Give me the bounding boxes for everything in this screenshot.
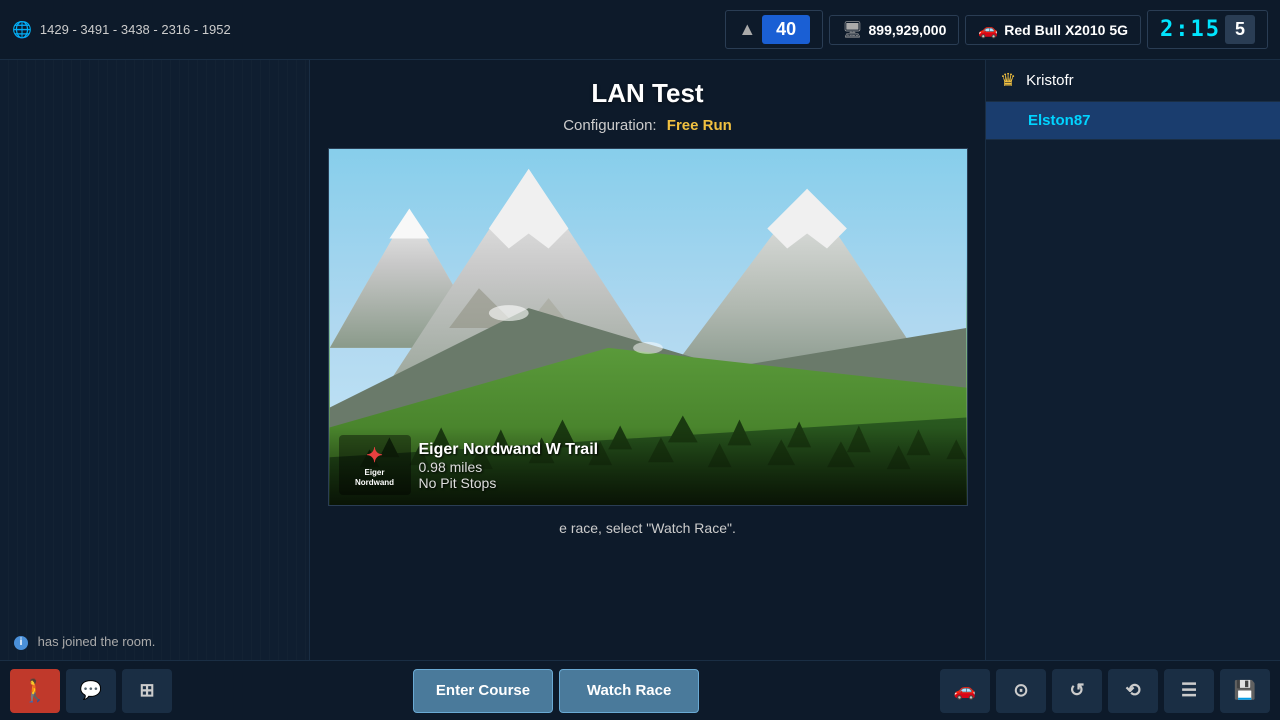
replay-icon: ↺ (1069, 680, 1084, 701)
track-logo-text: ✦ Eiger Nordwand (355, 443, 394, 487)
exit-button[interactable]: 🚶 (10, 669, 60, 713)
level-stat: ▲ 40 (725, 10, 823, 49)
split-icon: ⊞ (139, 680, 154, 701)
watch-race-button[interactable]: Watch Race (559, 669, 699, 713)
left-panel: i has joined the room. (0, 60, 310, 660)
lap-badge: 5 (1225, 15, 1255, 44)
camera-icon: ⊙ (1013, 680, 1028, 701)
level-icon: ▲ (738, 19, 756, 40)
top-bar: 🌐 1429 - 3491 - 3438 - 2316 - 1952 ▲ 40 … (0, 0, 1280, 60)
enter-course-button[interactable]: Enter Course (413, 669, 553, 713)
config-line: Configuration: Free Run (563, 117, 732, 134)
right-panel: ♛ Kristofr Elston87 (985, 60, 1280, 660)
track-preview: ✦ Eiger Nordwand Eiger Nordwand W Trail … (328, 148, 968, 506)
player-row-host: ♛ Kristofr (986, 60, 1280, 102)
list-icon: ☰ (1181, 680, 1197, 701)
players-list: ♛ Kristofr Elston87 (986, 60, 1280, 140)
session-title: LAN Test (591, 78, 703, 109)
save-button[interactable]: 💾 (1220, 669, 1270, 713)
split-button[interactable]: ⊞ (122, 669, 172, 713)
replay-button[interactable]: ↺ (1052, 669, 1102, 713)
loop-button[interactable]: ⟲ (1108, 669, 1158, 713)
timer-display: 2:15 (1160, 17, 1221, 42)
chat-message: has joined the room. (38, 634, 156, 649)
config-label: Configuration: (563, 117, 656, 134)
car-icon: 🚗 (978, 20, 998, 40)
chat-icon-btn: 💬 (80, 680, 102, 701)
track-logo: ✦ Eiger Nordwand (339, 435, 411, 495)
track-pitstops: No Pit Stops (419, 475, 951, 491)
player-row-active: Elston87 (986, 102, 1280, 140)
server-ids-text: 1429 - 3491 - 3438 - 2316 - 1952 (40, 22, 231, 37)
watch-race-label: Watch Race (587, 682, 671, 699)
config-value: Free Run (667, 117, 732, 134)
server-info: 🌐 1429 - 3491 - 3438 - 2316 - 1952 (12, 20, 231, 40)
chat-area: i has joined the room. (0, 624, 309, 660)
track-name: Eiger Nordwand W Trail (419, 441, 951, 459)
save-icon: 💾 (1234, 680, 1256, 701)
camera-button[interactable]: ⊙ (996, 669, 1046, 713)
level-badge: 40 (762, 15, 810, 44)
car-value: Red Bull X2010 5G (1004, 22, 1128, 38)
track-info-overlay: ✦ Eiger Nordwand Eiger Nordwand W Trail … (329, 427, 967, 505)
car-select-button[interactable]: 🚗 (940, 669, 990, 713)
timer-stat: 2:15 5 (1147, 10, 1268, 49)
player-name-1: Kristofr (1026, 72, 1074, 89)
player-name-2: Elston87 (1028, 112, 1091, 129)
logo-name: Eiger Nordwand (355, 468, 394, 487)
track-distance: 0.98 miles (419, 459, 951, 475)
money-icon: 🖥 (842, 20, 862, 40)
exit-icon: 🚶 (21, 678, 48, 704)
main-content: LAN Test Configuration: Free Run (310, 60, 985, 660)
money-value: 899,929,000 (869, 22, 947, 38)
info-icon: i (14, 636, 28, 650)
money-stat: 🖥 899,929,000 (829, 15, 959, 45)
crown-icon: ♛ (1000, 70, 1016, 91)
top-bar-right: ▲ 40 🖥 899,929,000 🚗 Red Bull X2010 5G 2… (725, 10, 1268, 49)
instruction-text: e race, select "Watch Race". (559, 520, 736, 536)
chat-button[interactable]: 💬 (66, 669, 116, 713)
car-select-icon: 🚗 (954, 680, 976, 701)
enter-course-label: Enter Course (436, 682, 530, 699)
list-button[interactable]: ☰ (1164, 669, 1214, 713)
car-stat: 🚗 Red Bull X2010 5G (965, 15, 1141, 45)
loop-icon: ⟲ (1125, 680, 1140, 701)
globe-icon: 🌐 (12, 20, 32, 40)
bottom-bar: 🚶 💬 ⊞ Enter Course Watch Race 🚗 ⊙ ↺ ⟲ ☰ (0, 660, 1280, 720)
right-buttons-group: 🚗 ⊙ ↺ ⟲ ☰ 💾 (940, 669, 1270, 713)
